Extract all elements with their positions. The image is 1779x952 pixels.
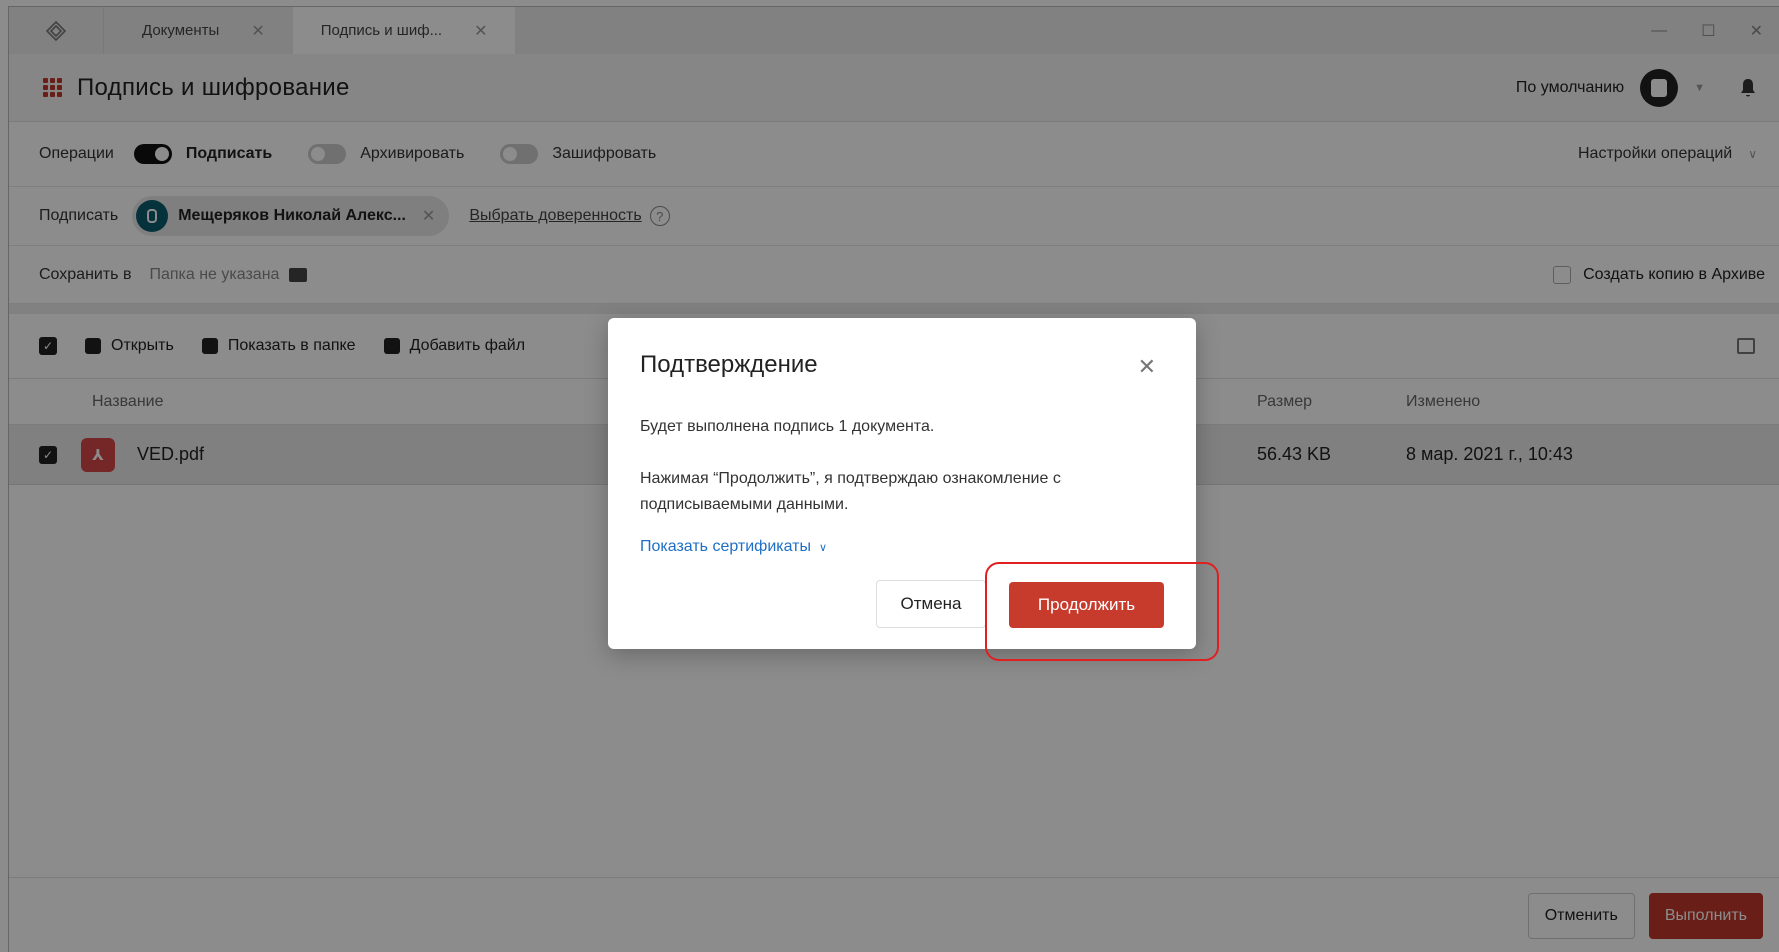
dialog-consent-text: Нажимая “Продолжить”, я подтверждаю озна… (640, 470, 1061, 513)
dialog-message: Будет выполнена подпись 1 документа. (640, 418, 935, 435)
highlight-annotation (985, 562, 1219, 661)
show-certificates-link[interactable]: Показать сертификаты ∨ (640, 538, 827, 556)
close-icon[interactable]: ✕ (1138, 354, 1156, 380)
dialog-cancel-button[interactable]: Отмена (876, 580, 986, 628)
show-certificates-label: Показать сертификаты (640, 538, 811, 555)
dialog-title: Подтверждение (640, 351, 818, 378)
chevron-down-icon: ∨ (819, 542, 828, 554)
